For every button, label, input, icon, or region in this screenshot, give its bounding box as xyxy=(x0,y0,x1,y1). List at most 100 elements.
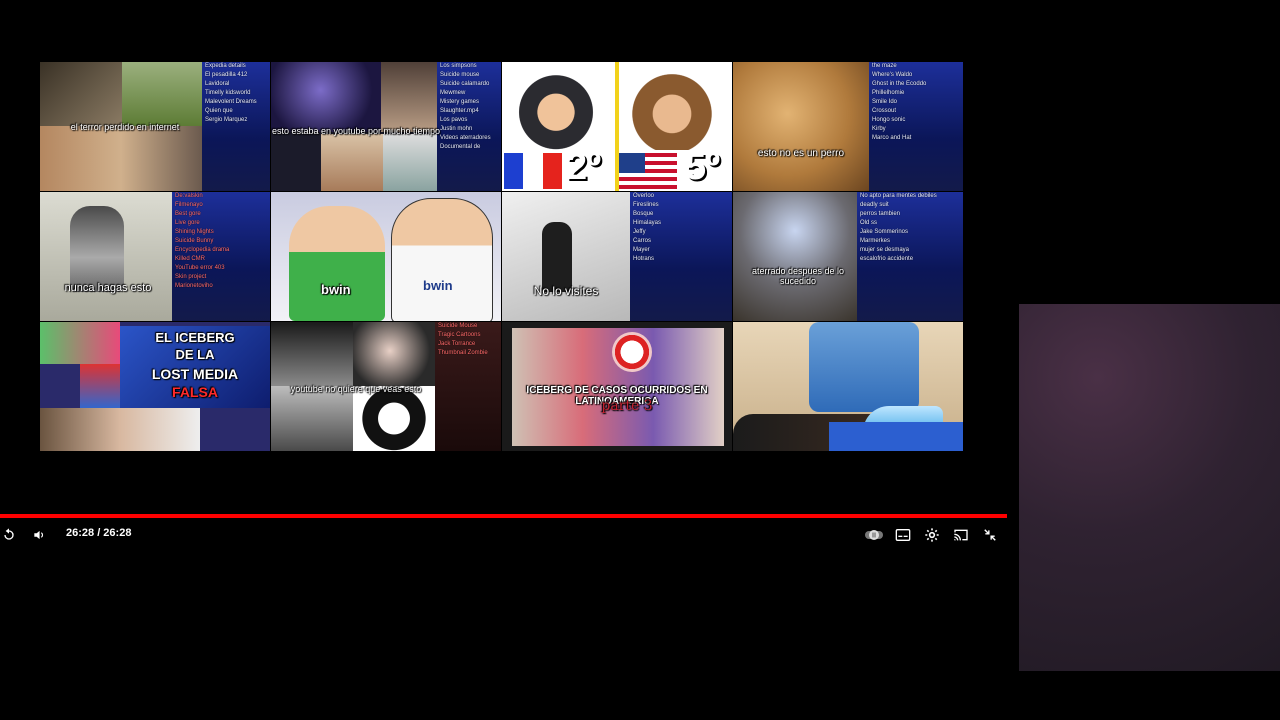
exit-fullscreen-button[interactable] xyxy=(981,524,999,546)
thumbnail-man-shouting xyxy=(733,192,857,321)
title-line-4: FALSA xyxy=(172,384,218,400)
video-tile-4[interactable]: the maze Where's Waldo Ghost in the Ecod… xyxy=(733,62,963,191)
video-tile-5[interactable]: De:valskin Filmenayo Best gore Live gore… xyxy=(40,192,270,321)
tile-caption: el terror perdido en internet xyxy=(70,122,180,132)
list-item: Old ss xyxy=(860,220,878,226)
iceberg-list: Suicide Mouse Tragic Cartoons Jack Torra… xyxy=(435,322,501,451)
replay-icon xyxy=(4,528,14,540)
list-item: Bosque xyxy=(633,211,654,217)
video-tile-12[interactable] xyxy=(733,322,963,451)
list-item: Encyclopedia drama xyxy=(175,247,230,253)
thumbnail-collage xyxy=(40,62,122,126)
thumbnail-cartoon xyxy=(40,322,120,364)
list-item: Expedia details xyxy=(205,63,246,69)
list-item: Skin project xyxy=(175,274,207,280)
list-item: Jack Torrance xyxy=(438,341,476,347)
autoplay-toggle-icon xyxy=(865,530,883,540)
list-item: mujer se desmaya xyxy=(860,247,910,253)
title-line-2: DE LA xyxy=(175,347,215,362)
list-item: YouTube error 403 xyxy=(175,265,225,271)
tile-caption: esto no es un perro xyxy=(757,148,845,159)
video-tile-9[interactable]: EL ICEBERG DE LA LOST MEDIA FALSA xyxy=(40,322,270,451)
sponsor-text-left: bwin xyxy=(321,282,351,297)
list-item: Tragic Cartoons xyxy=(438,332,481,338)
thumbnail-mickey xyxy=(353,386,435,451)
video-tile-6[interactable]: bwin bwin xyxy=(271,192,501,321)
list-item: Killed CMR xyxy=(175,256,206,262)
video-tile-11[interactable]: ICEBERG DE CASOS OCURRIDOS EN LATINOAMER… xyxy=(502,322,732,451)
replay-button[interactable] xyxy=(0,524,18,546)
volume-button[interactable] xyxy=(30,524,48,546)
progress-fill xyxy=(0,514,1007,518)
side-video-panel xyxy=(1019,304,1280,671)
list-item: Suicide Mouse xyxy=(438,323,478,329)
list-item: Best gore xyxy=(175,211,201,217)
video-tile-10[interactable]: Suicide Mouse Tragic Cartoons Jack Torra… xyxy=(271,322,501,451)
title-line-3: LOST MEDIA xyxy=(151,366,239,382)
cowboy-character xyxy=(626,64,718,150)
iceberg-list: De:valskin Filmenayo Best gore Live gore… xyxy=(172,192,270,321)
cast-button[interactable] xyxy=(952,524,970,546)
cartoon-player-white xyxy=(391,198,493,321)
list-item: the maze xyxy=(872,63,897,69)
iceberg-list: Overloo Fireslines Bosque Himalayas Jeff… xyxy=(630,192,732,321)
list-item: perros tambien xyxy=(860,211,901,217)
list-item: Sergio Marquez xyxy=(205,117,248,123)
thumbnail-figure xyxy=(70,206,124,292)
tile-caption: No lo visites xyxy=(533,284,599,298)
list-item: De:valskin xyxy=(175,193,203,199)
thumbnail-landscape xyxy=(122,62,202,126)
list-item: Jeffy xyxy=(633,229,646,235)
list-item: Timelly kidsworld xyxy=(205,90,251,96)
video-tile-8[interactable]: No apto para mentes debiles deadly suit … xyxy=(733,192,963,321)
iceberg-list: Expedia details El pesadilla 412 Lavidor… xyxy=(202,62,270,191)
list-item: Where's Waldo xyxy=(872,72,913,78)
list-item: Los pavos xyxy=(440,117,468,123)
progress-bar[interactable] xyxy=(0,514,1007,518)
list-item: deadly suit xyxy=(860,202,889,208)
list-item: El pesadilla 412 xyxy=(205,72,248,78)
tile-caption: youtube no quiere que veas esto xyxy=(290,384,422,394)
thumbnail-clown xyxy=(612,332,652,372)
list-item: Overloo xyxy=(633,193,655,199)
list-item: Suicide mouse xyxy=(440,72,480,78)
video-tile-3[interactable]: 2º 5º xyxy=(502,62,732,191)
list-item: Phillelhomie xyxy=(872,90,905,96)
list-item: Marmerkes xyxy=(860,238,891,244)
tile-caption: aterrado despues de lo sucedido xyxy=(751,266,845,286)
iceberg-list: the maze Where's Waldo Ghost in the Ecod… xyxy=(869,62,963,191)
gear-icon xyxy=(925,528,939,542)
video-tile-7[interactable]: Overloo Fireslines Bosque Himalayas Jeff… xyxy=(502,192,732,321)
list-item: Suicide Bunny xyxy=(175,238,214,244)
list-item: Justin mohn xyxy=(440,126,473,132)
thumbnail-boy xyxy=(381,62,437,132)
list-item: Hotrans xyxy=(633,256,655,262)
settings-button[interactable] xyxy=(923,524,941,546)
usa-flag-icon xyxy=(619,153,677,189)
thumbnail-mario xyxy=(80,364,120,408)
video-tile-2[interactable]: Los simpsons Suicide mouse Suicide calam… xyxy=(271,62,501,191)
autoplay-toggle[interactable] xyxy=(864,524,884,546)
iceberg-list: Los simpsons Suicide mouse Suicide calam… xyxy=(437,62,501,191)
end-screen-grid: Expedia details El pesadilla 412 Lavidor… xyxy=(40,62,964,452)
volume-icon xyxy=(34,530,44,540)
rank-left: 2º xyxy=(566,146,602,188)
subtitles-icon xyxy=(895,529,911,541)
exit-fullscreen-icon xyxy=(984,529,996,541)
tile-subtitle: parte 3 xyxy=(601,398,653,414)
list-item: Ghost in the Ecoddo xyxy=(872,81,927,87)
list-item: Crossout xyxy=(872,108,897,114)
cartoon-player-green xyxy=(289,206,385,321)
list-item: Kirby xyxy=(872,126,886,132)
thumbnail-shirt xyxy=(809,322,919,412)
video-tile-1[interactable]: Expedia details El pesadilla 412 Lavidor… xyxy=(40,62,270,191)
list-item: Quien que xyxy=(205,108,233,114)
list-item: Carros xyxy=(633,238,652,244)
list-item: Marionetoviho xyxy=(175,283,213,289)
list-item: Himalayas xyxy=(633,220,662,226)
thumbnail-room xyxy=(271,322,353,386)
list-item: Marco and Hat xyxy=(872,135,912,141)
list-item: Mayer xyxy=(633,247,650,253)
subtitles-button[interactable] xyxy=(894,524,912,546)
list-item: Videos aterradores xyxy=(440,135,491,141)
